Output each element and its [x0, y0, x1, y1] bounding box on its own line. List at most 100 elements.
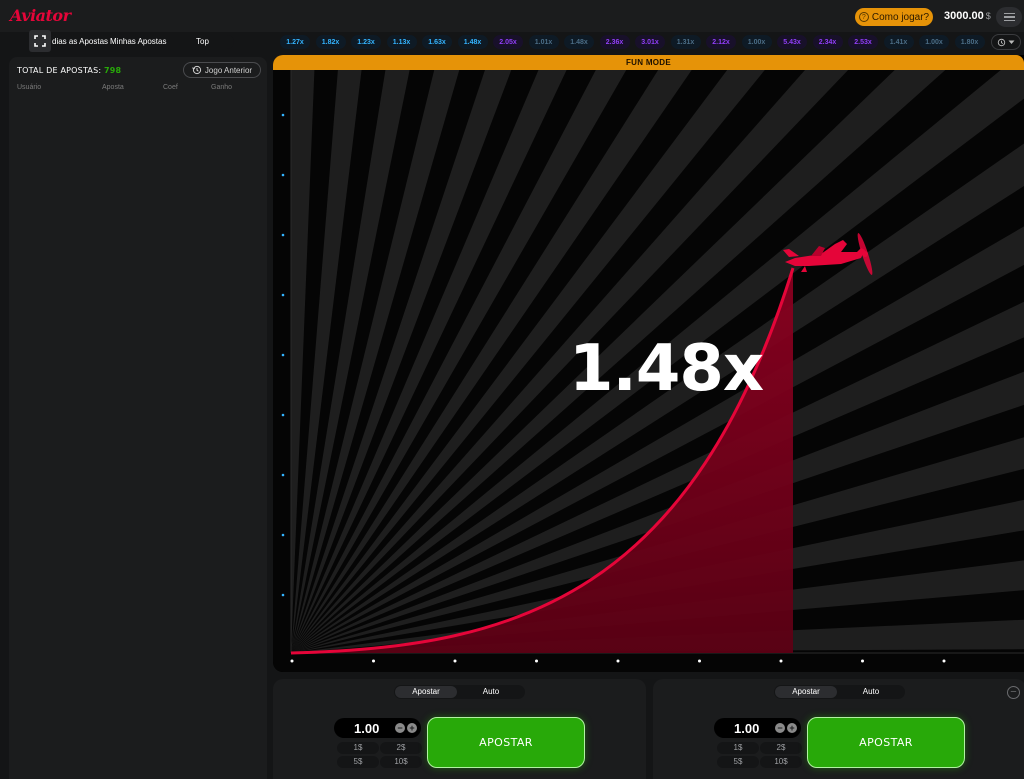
y-axis-dot [281, 233, 285, 237]
x-axis-dot [942, 659, 946, 663]
how-to-play-button[interactable]: ? Como jogar? [855, 8, 933, 26]
previous-game-button[interactable]: Jogo Anterior [183, 62, 261, 78]
minus-icon[interactable]: − [775, 723, 785, 733]
aviator-logo: Aviator [10, 6, 71, 25]
column-coef: Coef [163, 84, 178, 91]
quick-amount-2[interactable]: 2$ [760, 742, 802, 754]
current-multiplier: 1.48x [569, 332, 764, 406]
history-multiplier-pill[interactable]: 2.53x [848, 35, 878, 49]
history-multiplier-pill[interactable]: 1.01x [528, 35, 559, 49]
bet-amount-value[interactable]: 1.00 [354, 721, 379, 736]
history-dropdown-button[interactable] [991, 34, 1021, 50]
tab-bet[interactable]: Apostar [395, 686, 457, 698]
remove-panel-icon[interactable]: − [1007, 686, 1020, 699]
minus-icon[interactable]: − [395, 723, 405, 733]
history-multiplier-pill[interactable]: 3.01x [635, 35, 665, 49]
plus-icon[interactable]: + [787, 723, 797, 733]
y-axis-dot [281, 293, 285, 297]
fullscreen-icon [34, 35, 46, 47]
balance-value: 3000.00 [944, 10, 984, 22]
chevron-down-icon [1008, 40, 1015, 44]
bet-amount-stepper[interactable]: 1.00 − + [334, 718, 421, 738]
history-multiplier-pill[interactable]: 1.48x [457, 35, 488, 49]
history-multiplier-pill[interactable]: 1.31x [670, 35, 701, 49]
quick-amount-1[interactable]: 1$ [717, 742, 759, 754]
history-icon [192, 65, 202, 75]
fun-mode-banner: FUN MODE [273, 55, 1024, 70]
total-bets-count: 798 [104, 66, 122, 75]
history-icon [997, 38, 1006, 46]
quick-amount-5[interactable]: 5$ [717, 756, 759, 768]
hamburger-icon-line [1003, 16, 1015, 18]
quick-amount-5[interactable]: 5$ [337, 756, 379, 768]
question-icon: ? [858, 12, 869, 22]
tab-auto[interactable]: Auto [460, 686, 522, 698]
quick-amount-10[interactable]: 10$ [760, 756, 802, 768]
history-multiplier-pill[interactable]: 1.80x [954, 35, 985, 49]
quick-amount-1[interactable]: 1$ [337, 742, 379, 754]
bets-tabs: dias as Apostas Minhas Apostas Top [46, 35, 234, 49]
bets-list-panel: TOTAL DE APOSTAS: 798 Jogo Anterior Usuá… [9, 57, 267, 779]
tab-my-bets[interactable]: Minhas Apostas [110, 37, 166, 46]
tab-auto[interactable]: Auto [840, 686, 902, 698]
history-multiplier-pill[interactable]: 1.13x [386, 35, 417, 49]
place-bet-button[interactable]: APOSTAR [427, 717, 585, 768]
fullscreen-button[interactable] [29, 30, 51, 52]
y-axis-dot [281, 173, 285, 177]
history-multiplier-pill[interactable]: 5.43x [777, 35, 807, 49]
game-canvas: FUN MODE 1.48x [273, 55, 1024, 672]
history-multiplier-pill[interactable]: 2.05x [493, 35, 523, 49]
x-axis-dot [861, 659, 864, 663]
column-win: Ganho [211, 84, 233, 91]
bet-panel-2: Apostar Auto − 1.00 − + 1$ 2$ 5$ 10$ APO… [653, 679, 1024, 779]
x-axis-dot [535, 659, 538, 663]
x-axis-dot [290, 659, 294, 663]
balance-currency: $ [985, 11, 991, 21]
history-multiplier-pill[interactable]: 1.82x [315, 35, 346, 49]
plus-icon[interactable]: + [407, 723, 417, 733]
hamburger-icon-line [1003, 19, 1015, 22]
x-axis-dot [453, 659, 457, 663]
y-axis-dot [281, 113, 285, 117]
bet-amount-stepper[interactable]: 1.00 − + [714, 718, 801, 738]
history-multiplier-pill[interactable]: 2.34x [812, 35, 843, 49]
history-multiplier-pill[interactable]: 2.12x [706, 35, 736, 49]
menu-button[interactable] [996, 7, 1022, 27]
balance-display: 3000.00 $ [944, 10, 991, 22]
total-bets-label: TOTAL DE APOSTAS: [17, 66, 102, 75]
bet-panel-1: Apostar Auto 1.00 − + 1$ 2$ 5$ 10$ APOST… [273, 679, 646, 779]
bet-mode-switch: Apostar Auto [394, 685, 525, 699]
quick-amount-10[interactable]: 10$ [380, 756, 422, 768]
y-axis-dot [281, 353, 285, 357]
y-axis-dot [281, 413, 285, 417]
x-axis-dot [779, 659, 783, 663]
x-axis-dot [372, 659, 375, 663]
quick-amount-2[interactable]: 2$ [380, 742, 422, 754]
x-axis-dot [698, 659, 701, 663]
hamburger-icon-line [1003, 12, 1015, 15]
bet-amount-value[interactable]: 1.00 [734, 721, 759, 736]
place-bet-button[interactable]: APOSTAR [807, 717, 965, 768]
y-axis-dot [281, 593, 285, 597]
tab-all-bets[interactable]: dias as Apostas [52, 37, 108, 46]
how-to-play-label: Como jogar? [871, 11, 930, 23]
bet-mode-switch: Apostar Auto [774, 685, 905, 699]
y-axis-dot [281, 473, 285, 477]
history-multiplier-pill[interactable]: 1.27x [280, 35, 310, 49]
x-axis-dot [616, 659, 620, 663]
history-multiplier-pill[interactable]: 1.41x [883, 35, 914, 49]
column-bet: Aposta [102, 84, 124, 91]
previous-game-label: Jogo Anterior [204, 65, 253, 75]
history-multiplier-pill[interactable]: 1.00x [919, 35, 949, 49]
history-multiplier-pill[interactable]: 1.00x [741, 35, 772, 49]
y-axis-dot [281, 533, 285, 537]
total-bets: TOTAL DE APOSTAS: 798 [17, 66, 121, 75]
tab-top[interactable]: Top [196, 37, 209, 46]
history-multiplier-pill[interactable]: 1.23x [351, 35, 381, 49]
history-multiplier-pill[interactable]: 2.36x [599, 35, 630, 49]
column-user: Usuário [17, 84, 42, 91]
history-multiplier-pill[interactable]: 1.48x [564, 35, 594, 49]
history-multiplier-pill[interactable]: 1.63x [422, 35, 452, 49]
tab-bet[interactable]: Apostar [775, 686, 837, 698]
top-bar: Aviator ? Como jogar? 3000.00 $ [0, 0, 1024, 32]
